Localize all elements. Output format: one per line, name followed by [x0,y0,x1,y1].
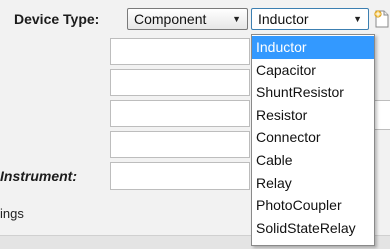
dropdown-option-shuntresistor[interactable]: ShuntResistor [252,81,374,104]
device-type-select[interactable]: Inductor ▼ [251,8,369,30]
dropdown-option-cable[interactable]: Cable [252,149,374,172]
instrument-field[interactable] [110,162,250,190]
form-field-3[interactable] [110,100,250,127]
dropdown-option-inductor[interactable]: Inductor [252,36,374,59]
dropdown-option-photocoupler[interactable]: PhotoCoupler [252,194,374,217]
dropdown-option-solidstaterelay[interactable]: SolidStateRelay [252,217,374,240]
chevron-down-icon: ▼ [232,14,241,24]
device-type-label: Device Type: [14,11,100,27]
instrument-label: Instrument: [0,168,77,184]
settings-label: ings [0,206,24,221]
form-field-1[interactable] [110,38,250,65]
form-field-4[interactable] [110,131,250,158]
device-type-select-value: Inductor [258,11,309,27]
chevron-down-icon: ▼ [353,14,362,24]
device-type-dropdown-list[interactable]: Inductor Capacitor ShuntResistor Resisto… [251,34,375,246]
dropdown-option-capacitor[interactable]: Capacitor [252,59,374,82]
form-field-2[interactable] [110,69,250,96]
dropdown-option-resistor[interactable]: Resistor [252,104,374,127]
category-select[interactable]: Component ▼ [127,8,248,30]
dropdown-option-relay[interactable]: Relay [252,172,374,195]
category-select-value: Component [134,11,207,27]
new-document-icon[interactable] [373,9,390,29]
dropdown-option-connector[interactable]: Connector [252,126,374,149]
